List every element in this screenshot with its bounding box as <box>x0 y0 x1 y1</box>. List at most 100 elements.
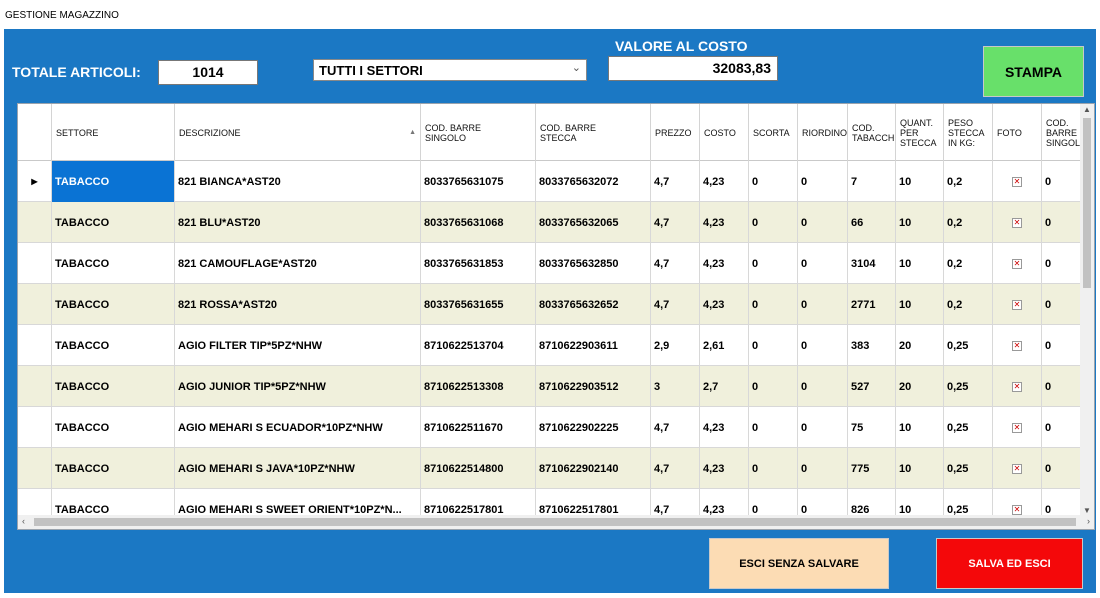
column-header-riordino[interactable]: RIORDINO <box>798 104 848 161</box>
cell-cod-tabacchi[interactable]: 2771 <box>848 284 896 325</box>
scroll-up-icon[interactable]: ▲ <box>1083 105 1091 114</box>
cell-foto[interactable]: ✕ <box>993 448 1042 489</box>
cell-cod-barre-singolo[interactable]: 8710622513308 <box>421 366 536 407</box>
articles-grid[interactable]: SETTORE DESCRIZIONE ▲ COD. BARRE SINGOLO COD… <box>17 103 1095 530</box>
cell-scorta[interactable]: 0 <box>749 243 798 284</box>
cell-cod-tabacchi[interactable]: 775 <box>848 448 896 489</box>
cell-quant-per-stecca[interactable]: 10 <box>896 243 944 284</box>
cell-cod-barre-stecca[interactable]: 8710622902140 <box>536 448 651 489</box>
cell-descrizione[interactable]: 821 BIANCA*AST20 <box>175 161 421 202</box>
cell-scorta[interactable]: 0 <box>749 284 798 325</box>
cell-scorta[interactable]: 0 <box>749 202 798 243</box>
cell-cod-barre-singolo[interactable]: 8710622511670 <box>421 407 536 448</box>
cell-peso-stecca[interactable]: 0,25 <box>944 407 993 448</box>
cell-prezzo[interactable]: 2,9 <box>651 325 700 366</box>
cell-riordino[interactable]: 0 <box>798 202 848 243</box>
cell-descrizione[interactable]: 821 BLU*AST20 <box>175 202 421 243</box>
cell-settore[interactable]: TABACCO <box>52 407 175 448</box>
column-header-scorta[interactable]: SCORTA <box>749 104 798 161</box>
table-row[interactable]: TABACCO AGIO FILTER TIP*5PZ*NHW 8710622513… <box>18 325 1086 366</box>
cell-settore[interactable]: TABACCO <box>52 325 175 366</box>
table-row[interactable]: TABACCO 821 CAMOUFLAGE*AST20 8033765631853… <box>18 243 1086 284</box>
cell-riordino[interactable]: 0 <box>798 366 848 407</box>
cell-settore[interactable]: TABACCO <box>52 161 175 202</box>
cell-riordino[interactable]: 0 <box>798 161 848 202</box>
cell-peso-stecca[interactable]: 0,2 <box>944 202 993 243</box>
cell-costo[interactable]: 4,23 <box>700 284 749 325</box>
salva-ed-esci-button[interactable]: SALVA ED ESCI <box>936 538 1083 589</box>
cell-foto[interactable]: ✕ <box>993 284 1042 325</box>
scroll-left-icon[interactable]: ‹ <box>22 516 25 526</box>
row-header[interactable] <box>18 448 52 489</box>
vertical-scrollbar[interactable]: ▲ ▼ <box>1080 104 1094 516</box>
cell-peso-stecca[interactable]: 0,2 <box>944 161 993 202</box>
cell-cod-barre-singolo[interactable]: 8033765631068 <box>421 202 536 243</box>
cell-prezzo[interactable]: 4,7 <box>651 448 700 489</box>
cell-scorta[interactable]: 0 <box>749 325 798 366</box>
cell-quant-per-stecca[interactable]: 10 <box>896 161 944 202</box>
cell-settore[interactable]: TABACCO <box>52 284 175 325</box>
cell-peso-stecca[interactable]: 0,2 <box>944 243 993 284</box>
cell-descrizione[interactable]: AGIO MEHARI S ECUADOR*10PZ*NHW <box>175 407 421 448</box>
horizontal-scrollbar[interactable]: ‹ › <box>18 515 1094 529</box>
cell-cod-tabacchi[interactable]: 383 <box>848 325 896 366</box>
cell-costo[interactable]: 4,23 <box>700 407 749 448</box>
scroll-down-icon[interactable]: ▼ <box>1083 506 1091 515</box>
cell-scorta[interactable]: 0 <box>749 407 798 448</box>
cell-prezzo[interactable]: 4,7 <box>651 407 700 448</box>
column-header-settore[interactable]: SETTORE <box>52 104 175 161</box>
cell-descrizione[interactable]: 821 CAMOUFLAGE*AST20 <box>175 243 421 284</box>
cell-cod-barre-stecca[interactable]: 8710622903512 <box>536 366 651 407</box>
cell-riordino[interactable]: 0 <box>798 243 848 284</box>
cell-cod-barre-stecca[interactable]: 8033765632065 <box>536 202 651 243</box>
cell-foto[interactable]: ✕ <box>993 366 1042 407</box>
cell-descrizione[interactable]: AGIO MEHARI S JAVA*10PZ*NHW <box>175 448 421 489</box>
cell-peso-stecca[interactable]: 0,25 <box>944 325 993 366</box>
column-header-foto[interactable]: FOTO <box>993 104 1042 161</box>
cell-cod-barre-singolo[interactable]: 8033765631655 <box>421 284 536 325</box>
cell-cod-barre-stecca[interactable]: 8710622903611 <box>536 325 651 366</box>
cell-cod-barre-stecca[interactable]: 8710622902225 <box>536 407 651 448</box>
row-header[interactable] <box>18 284 52 325</box>
cell-prezzo[interactable]: 4,7 <box>651 284 700 325</box>
table-row[interactable]: TABACCO 821 BLU*AST20 8033765631068 8033765… <box>18 202 1086 243</box>
cell-cod-tabacchi[interactable]: 66 <box>848 202 896 243</box>
cell-settore[interactable]: TABACCO <box>52 243 175 284</box>
row-header[interactable] <box>18 407 52 448</box>
column-header-prezzo[interactable]: PREZZO <box>651 104 700 161</box>
cell-riordino[interactable]: 0 <box>798 407 848 448</box>
settori-dropdown[interactable]: TUTTI I SETTORI ⌄ <box>313 59 587 81</box>
cell-descrizione[interactable]: AGIO FILTER TIP*5PZ*NHW <box>175 325 421 366</box>
cell-quant-per-stecca[interactable]: 20 <box>896 325 944 366</box>
cell-riordino[interactable]: 0 <box>798 448 848 489</box>
cell-riordino[interactable]: 0 <box>798 325 848 366</box>
cell-cod-tabacchi[interactable]: 7 <box>848 161 896 202</box>
cell-costo[interactable]: 4,23 <box>700 448 749 489</box>
cell-cod-tabacchi[interactable]: 75 <box>848 407 896 448</box>
cell-cod-barre-stecca[interactable]: 8033765632652 <box>536 284 651 325</box>
cell-settore[interactable]: TABACCO <box>52 448 175 489</box>
cell-quant-per-stecca[interactable]: 10 <box>896 448 944 489</box>
column-header-cod-barre-stecca[interactable]: COD. BARRE STECCA <box>536 104 651 161</box>
cell-quant-per-stecca[interactable]: 10 <box>896 202 944 243</box>
cell-scorta[interactable]: 0 <box>749 448 798 489</box>
cell-prezzo[interactable]: 4,7 <box>651 202 700 243</box>
table-row[interactable]: TABACCO AGIO JUNIOR TIP*5PZ*NHW 8710622513… <box>18 366 1086 407</box>
cell-peso-stecca[interactable]: 0,25 <box>944 366 993 407</box>
cell-scorta[interactable]: 0 <box>749 366 798 407</box>
cell-cod-barre-singolo[interactable]: 8710622514800 <box>421 448 536 489</box>
cell-cod-barre-singolo[interactable]: 8033765631075 <box>421 161 536 202</box>
esci-senza-salvare-button[interactable]: ESCI SENZA SALVARE <box>709 538 889 589</box>
cell-scorta[interactable]: 0 <box>749 161 798 202</box>
cell-cod-barre-singolo[interactable]: 8033765631853 <box>421 243 536 284</box>
cell-riordino[interactable]: 0 <box>798 284 848 325</box>
scroll-right-icon[interactable]: › <box>1087 516 1090 526</box>
cell-cod-tabacchi[interactable]: 527 <box>848 366 896 407</box>
table-row[interactable]: TABACCO AGIO MEHARI S ECUADOR*10PZ*NHW 871… <box>18 407 1086 448</box>
column-header-quant-per-stecca[interactable]: QUANT. PER STECCA <box>896 104 944 161</box>
cell-peso-stecca[interactable]: 0,2 <box>944 284 993 325</box>
cell-costo[interactable]: 4,23 <box>700 202 749 243</box>
stampa-button[interactable]: STAMPA <box>983 46 1084 97</box>
column-header-descrizione[interactable]: DESCRIZIONE ▲ <box>175 104 421 161</box>
cell-foto[interactable]: ✕ <box>993 325 1042 366</box>
